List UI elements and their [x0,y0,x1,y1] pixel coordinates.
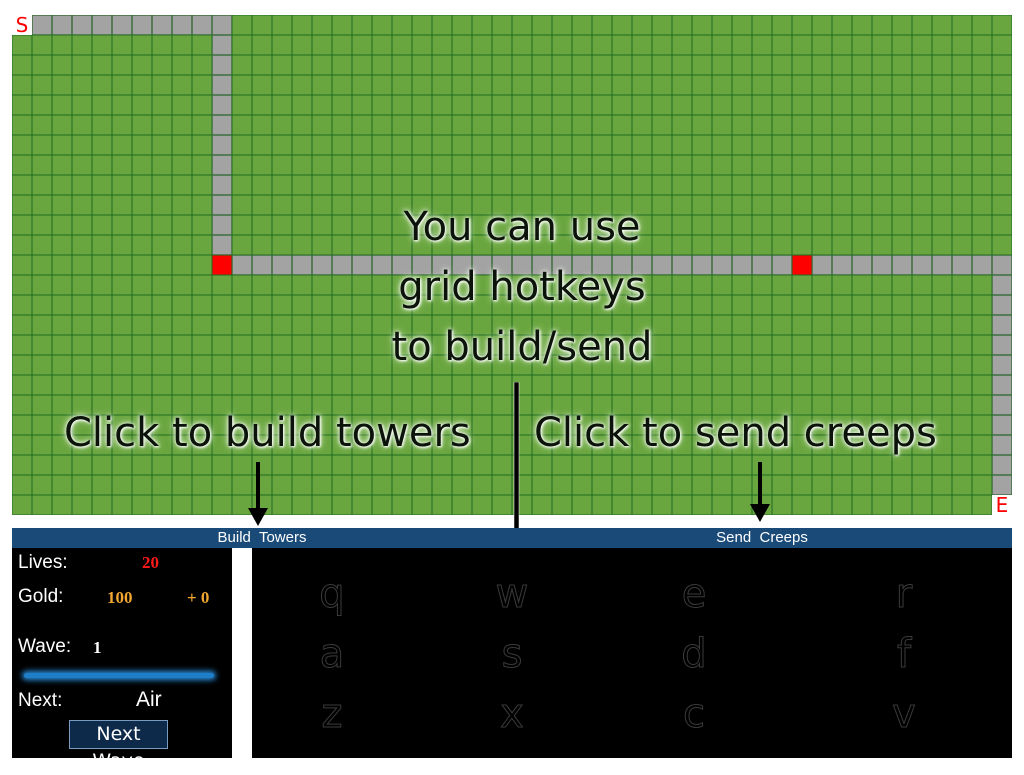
hotkey-hint-line: to build/send [391,324,653,370]
hotkey-a[interactable]: a [302,630,362,678]
build-towers-header[interactable]: Build Towers [12,528,512,548]
hotkey-z[interactable]: z [302,690,362,738]
send-arrow-icon [750,462,770,522]
send-creeps-header[interactable]: Send Creeps [512,528,1012,548]
hotkey-e[interactable]: e [664,570,724,618]
hotkey-d[interactable]: d [664,630,724,678]
wave-label: Wave: [18,636,72,657]
hotkey-f[interactable]: f [874,630,934,678]
hotkey-s[interactable]: s [482,630,542,678]
start-label: S [12,15,32,35]
send-header-word: Creeps [759,529,808,546]
hotkey-v[interactable]: v [874,690,934,738]
hotkey-r[interactable]: r [874,570,934,618]
hotkey-hint-line: grid hotkeys [398,264,646,310]
hotkey-w[interactable]: w [482,570,542,618]
hotkey-hint-line: You can use [403,204,641,250]
wave-value: 1 [93,638,102,657]
lives-label: Lives: [18,552,68,573]
hotkey-grid: q w e r a s d f z x c v [252,548,1012,758]
build-header-word: Build [217,529,251,546]
hotkey-x[interactable]: x [482,690,542,738]
wave-progress-bar [24,673,214,678]
send-header-word: Send [716,529,752,546]
next-label: Next: [18,690,63,711]
build-header-word: Towers [258,529,307,546]
stats-panel: Lives: 20 Gold: 100 + 0 Wave: 1 Next: Ai… [12,548,232,772]
gold-label: Gold: [18,586,64,607]
hotkey-hint: You can use grid hotkeys to build/send [322,197,722,377]
build-hint: Click to build towers [64,410,471,456]
next-wave-button[interactable]: Next Wave [69,720,168,772]
gold-income: + 0 [187,588,210,607]
gold-value: 100 [107,588,133,607]
lives-value: 20 [142,553,159,572]
next-wave-type: Air [136,688,162,711]
build-arrow-icon [248,462,268,526]
send-hint: Click to send creeps [534,410,937,456]
end-label: E [992,495,1012,515]
hotkey-c[interactable]: c [664,690,724,738]
hotkey-q[interactable]: q [302,570,362,618]
